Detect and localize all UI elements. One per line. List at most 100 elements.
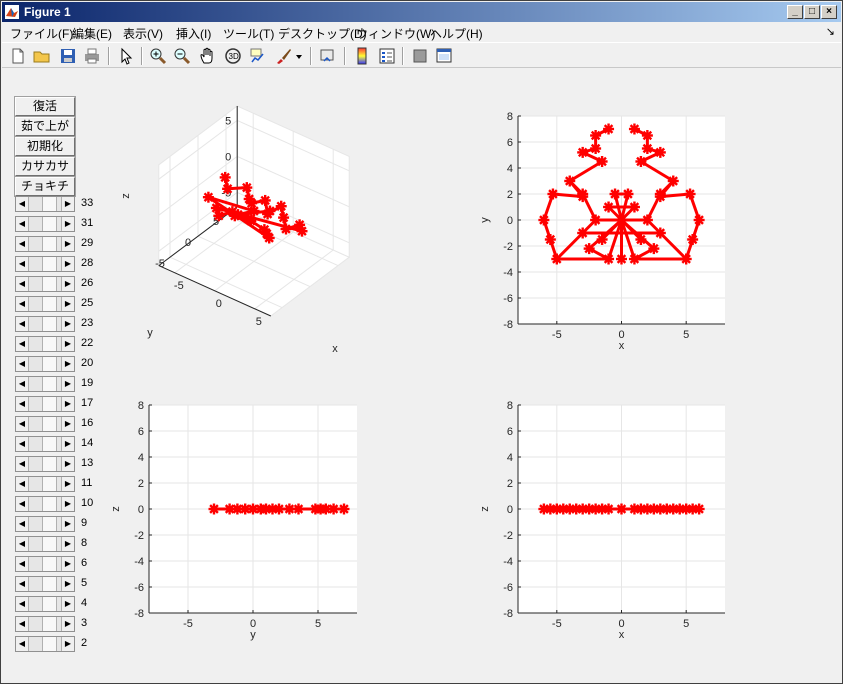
data-point-marker (635, 234, 647, 245)
pan-hand-icon[interactable] (198, 46, 218, 66)
menu-desktop[interactable]: デスクトップ(D) (278, 25, 367, 42)
x-tick-label: 5 (683, 329, 689, 341)
open-file-icon[interactable] (32, 46, 52, 66)
marker-core (631, 255, 638, 263)
z-tick-label: 5 (225, 115, 231, 127)
menu-window[interactable]: ウィンドウ(W) (356, 25, 435, 42)
marker-core (566, 177, 573, 185)
y-tick-label: -6 (134, 582, 144, 594)
save-icon[interactable] (58, 46, 78, 66)
marker-core (579, 229, 586, 237)
data-point-marker (603, 123, 615, 135)
rotate-3d-icon[interactable]: 3D (223, 46, 243, 66)
x-axis-label: x (619, 340, 625, 352)
y-axis-label: y (479, 217, 491, 223)
marker-core (612, 190, 619, 198)
data-point-marker (641, 143, 653, 154)
print-icon[interactable] (82, 46, 102, 66)
data-point-marker (622, 188, 634, 200)
data-point-marker (245, 215, 257, 227)
maximize-button[interactable]: □ (804, 5, 820, 19)
data-point-marker (551, 253, 563, 265)
toolbar-separator (402, 47, 404, 65)
new-figure-icon[interactable] (8, 46, 28, 66)
x-axis-label: x (332, 343, 338, 355)
data-point-marker (616, 214, 627, 226)
data-point-marker (628, 123, 640, 135)
toolbar-separator (310, 47, 312, 65)
x-tick-label: -5 (174, 280, 184, 292)
show-plot-tools-icon[interactable] (434, 46, 454, 66)
marker-core (644, 132, 651, 139)
menu-insert[interactable]: 挿入(I) (176, 25, 211, 42)
data-point-marker (648, 243, 660, 255)
x-tick-label: -5 (552, 329, 562, 341)
marker-core (266, 234, 273, 242)
marker-core (592, 145, 599, 152)
data-point-marker (641, 130, 653, 141)
data-point-marker (213, 210, 225, 222)
link-plot-icon[interactable] (318, 46, 338, 66)
marker-core (540, 216, 547, 224)
data-point-marker (680, 253, 692, 265)
menu-help[interactable]: ヘルプ(H) (430, 25, 483, 42)
marker-core (605, 505, 612, 513)
data-point-marker (603, 253, 615, 265)
marker-core (605, 125, 612, 133)
marker-core (687, 190, 694, 198)
menu-tools[interactable]: ツール(T) (223, 25, 274, 42)
data-point-marker (684, 188, 696, 200)
marker-core (599, 236, 606, 243)
menu-edit[interactable]: 編集(E) (72, 25, 112, 42)
data-point-marker (654, 188, 666, 200)
data-point-marker (628, 201, 640, 213)
x-tick-label: -5 (183, 618, 193, 630)
pointer-icon[interactable] (116, 46, 136, 66)
data-point-marker (264, 205, 276, 217)
close-button[interactable]: × (821, 5, 837, 19)
x-axis-label: x (619, 629, 625, 641)
data-point-marker (544, 234, 556, 245)
zoom-in-icon[interactable] (148, 46, 168, 66)
y-tick-label: 2 (138, 478, 144, 490)
zoom-out-icon[interactable] (172, 46, 192, 66)
data-point-marker (232, 209, 244, 221)
plots-canvas: -5 0 5 8 6 4 2 0 -2 -4 -6 -8 x y -5 0 5 8 6 4 2 0 -2 -4 -6 -8 y z -5… (110, 104, 725, 641)
brush-dropdown-icon[interactable] (294, 46, 304, 66)
colorbar-icon[interactable] (352, 46, 372, 66)
menu-view[interactable]: 表示(V) (123, 25, 163, 42)
y-tick-label: 8 (507, 111, 513, 123)
marker-core (266, 207, 274, 215)
marker-core (631, 125, 638, 133)
marker-core (213, 204, 220, 212)
menu-file[interactable]: ファイル(F) (10, 25, 73, 42)
y-tick-label: -8 (503, 319, 513, 331)
y-tick-label: 6 (138, 426, 144, 438)
marker-core (618, 505, 625, 513)
y-tick-label: 0 (507, 504, 513, 516)
marker-core (262, 197, 269, 204)
y-tick-label: 2 (507, 189, 513, 201)
hide-plot-tools-icon[interactable] (410, 46, 430, 66)
title-bar[interactable]: Figure 1 _ □ × (2, 2, 841, 22)
legend-icon[interactable] (377, 46, 397, 66)
menu-bar: ファイル(F) 編集(E) 表示(V) 挿入(I) ツール(T) デスクトップ(… (2, 23, 841, 42)
y-tick-label: -4 (134, 556, 144, 568)
marker-core (592, 132, 599, 139)
data-point-marker (280, 223, 292, 235)
marker-core (637, 236, 644, 243)
brush-icon[interactable] (274, 46, 294, 66)
svg-text:3D: 3D (229, 52, 239, 61)
marker-core (605, 203, 612, 211)
marker-core (644, 145, 651, 152)
marker-core (657, 190, 664, 198)
minimize-button[interactable]: _ (787, 5, 803, 19)
data-cursor-icon[interactable] (248, 46, 268, 66)
figure-window: Figure 1 _ □ × ファイル(F) 編集(E) 表示(V) 挿入(I)… (0, 0, 843, 684)
x-tick-label: 5 (683, 618, 689, 630)
dock-arrow-icon[interactable]: ↘ (826, 25, 835, 38)
data-point-marker (219, 171, 231, 183)
x-axis-label: y (250, 629, 256, 641)
marker-core (248, 200, 255, 207)
data-point-marker (603, 503, 615, 515)
